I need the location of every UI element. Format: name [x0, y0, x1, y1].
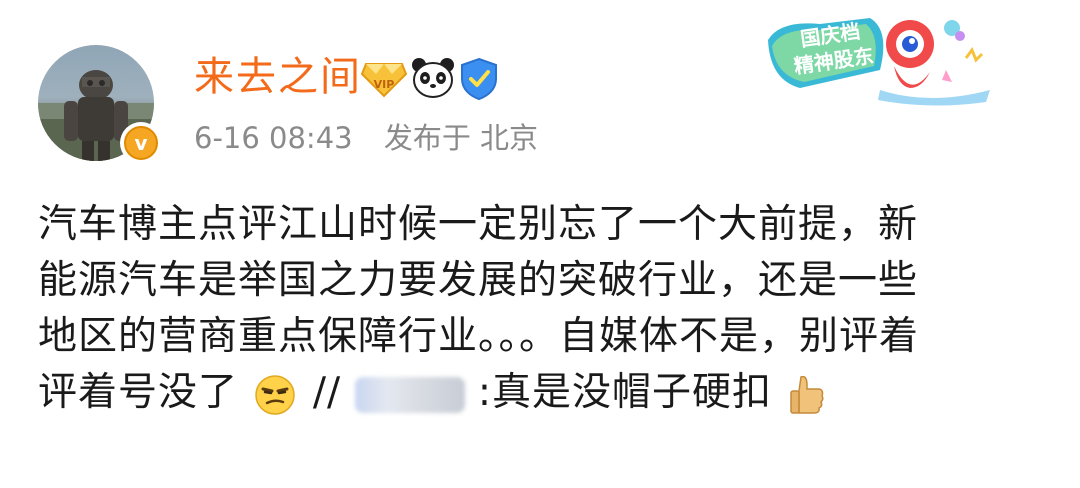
post-text-segment: 评着号没了	[38, 370, 239, 415]
smirk-emoji	[255, 374, 296, 415]
repost-separator: //	[312, 370, 342, 415]
post-text-line-4: 评着号没了 // :真是没帽子硬扣	[38, 365, 1048, 421]
shield-check-icon[interactable]	[458, 57, 500, 101]
post-text-line: 汽车博主点评江山时候一定别忘了一个大前提，新	[38, 202, 919, 247]
post-text-segment: :真是没帽子硬扣	[477, 370, 773, 415]
panda-icon[interactable]	[410, 55, 456, 101]
blurred-mention[interactable]	[354, 376, 465, 413]
post-text-line: 能源汽车是举国之力要发展的突破行业，还是一些	[38, 258, 919, 303]
svg-text:VIP: VIP	[374, 78, 395, 91]
post-body: 汽车博主点评江山时候一定别忘了一个大前提，新 能源汽车是举国之力要发展的突破行业…	[38, 197, 1048, 421]
username[interactable]: 来去之间	[194, 52, 362, 102]
post-location: 发布于 北京	[383, 121, 539, 155]
weibo-post: v 来去之间 VIP 6-16 08:43 发布于 北京 国庆档 精神股东 汽车…	[0, 0, 1080, 488]
post-text-line: 地区的营商重点保障行业。。。自媒体不是，别评着	[38, 314, 920, 359]
post-date: 6-16 08:43	[194, 121, 353, 155]
verified-badge-icon: v	[120, 122, 162, 164]
vip-diamond-icon[interactable]: VIP	[360, 58, 408, 100]
post-meta: 6-16 08:43 发布于 北京	[194, 118, 560, 158]
thumbs-up-emoji	[790, 375, 825, 414]
